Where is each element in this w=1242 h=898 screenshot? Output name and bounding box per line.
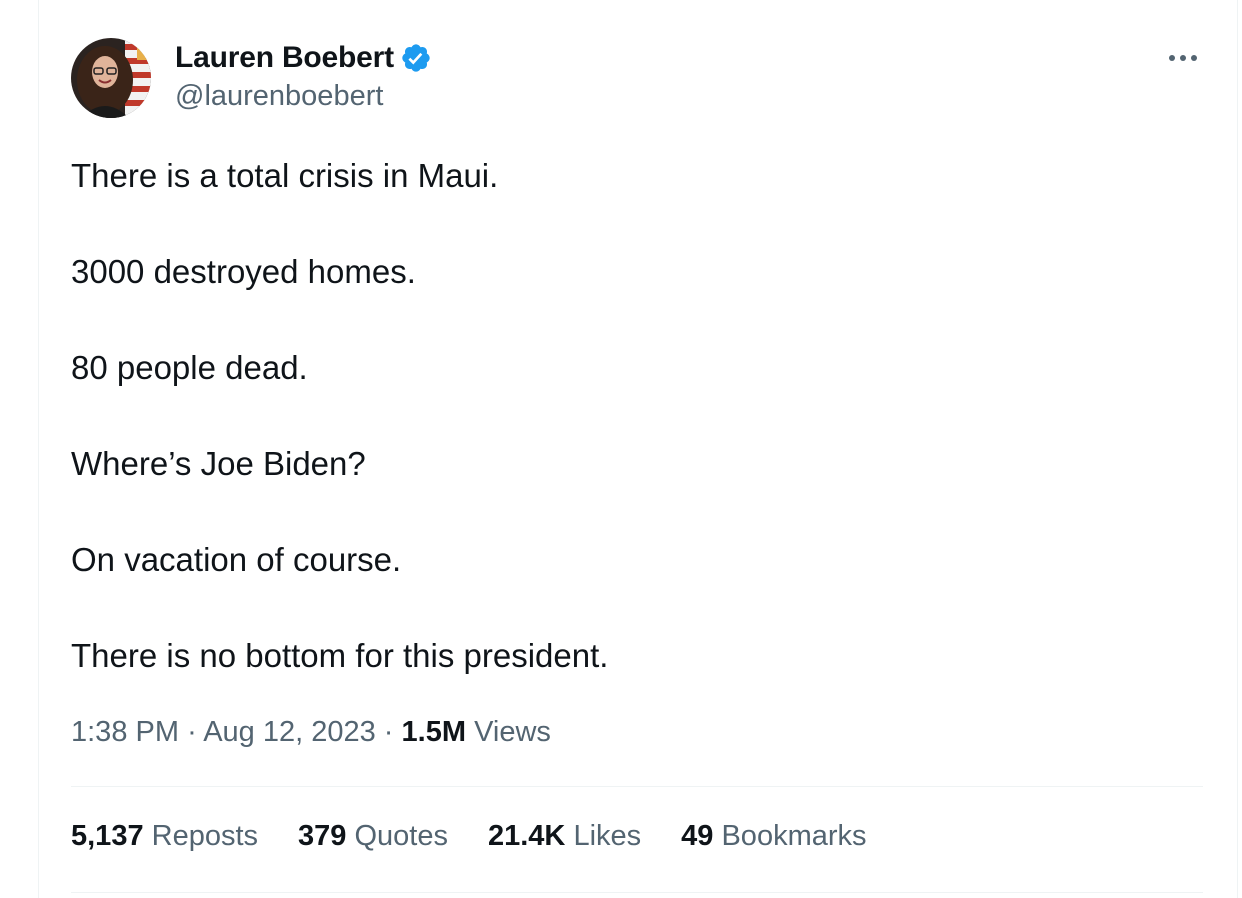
more-horizontal-icon-dot <box>1169 55 1175 61</box>
more-horizontal-icon-dot <box>1180 55 1186 61</box>
tweet-text: There is a total crisis in Maui. 3000 de… <box>71 156 1191 732</box>
bookmarks-count: 49 <box>681 820 714 852</box>
quotes-stat[interactable]: 379 Quotes <box>298 820 448 853</box>
meta-separator: · <box>187 716 204 748</box>
views-label: Views <box>474 716 551 748</box>
likes-count: 21.4K <box>487 820 566 852</box>
bookmarks-stat[interactable]: 49 Bookmarks <box>681 820 866 853</box>
tweet-date[interactable]: Aug 12, 2023 <box>203 716 376 748</box>
tweet-paragraph: Where’s Joe Biden? <box>71 445 366 482</box>
likes-label: Likes <box>573 820 642 852</box>
divider <box>71 786 1203 787</box>
author-display-name[interactable]: Lauren Boebert <box>175 41 394 75</box>
tweet-paragraph: 80 people dead. <box>71 349 308 386</box>
author-handle[interactable]: @laurenboebert <box>175 80 383 113</box>
reposts-label: Reposts <box>151 820 259 852</box>
reposts-count: 5,137 <box>71 820 144 852</box>
divider <box>71 892 1203 893</box>
tweet-card: Lauren Boebert @laurenboebert There is a… <box>38 0 1238 898</box>
verified-badge-icon[interactable] <box>400 42 432 74</box>
tweet-meta: 1:38 PM · Aug 12, 2023 · 1.5M Views <box>71 716 551 749</box>
engagement-stats: 5,137 Reposts 379 Quotes 21.4K Likes 49 … <box>71 820 907 853</box>
more-options-button[interactable] <box>1165 40 1201 76</box>
meta-separator: · <box>383 716 402 748</box>
likes-stat[interactable]: 21.4K Likes <box>488 820 641 853</box>
more-horizontal-icon-dot <box>1191 55 1197 61</box>
tweet-paragraph: There is no bottom for this president. <box>71 637 609 674</box>
views-count: 1.5M <box>401 716 466 748</box>
quotes-label: Quotes <box>354 820 448 852</box>
reposts-stat[interactable]: 5,137 Reposts <box>71 820 258 853</box>
bookmarks-label: Bookmarks <box>721 820 867 852</box>
tweet-time[interactable]: 1:38 PM <box>71 716 179 748</box>
quotes-count: 379 <box>298 820 347 852</box>
tweet-paragraph: 3000 destroyed homes. <box>71 253 416 290</box>
avatar[interactable] <box>71 38 151 118</box>
author-name-row: Lauren Boebert <box>175 38 432 78</box>
tweet-paragraph: On vacation of course. <box>71 541 402 578</box>
tweet-paragraph: There is a total crisis in Maui. <box>71 157 499 194</box>
